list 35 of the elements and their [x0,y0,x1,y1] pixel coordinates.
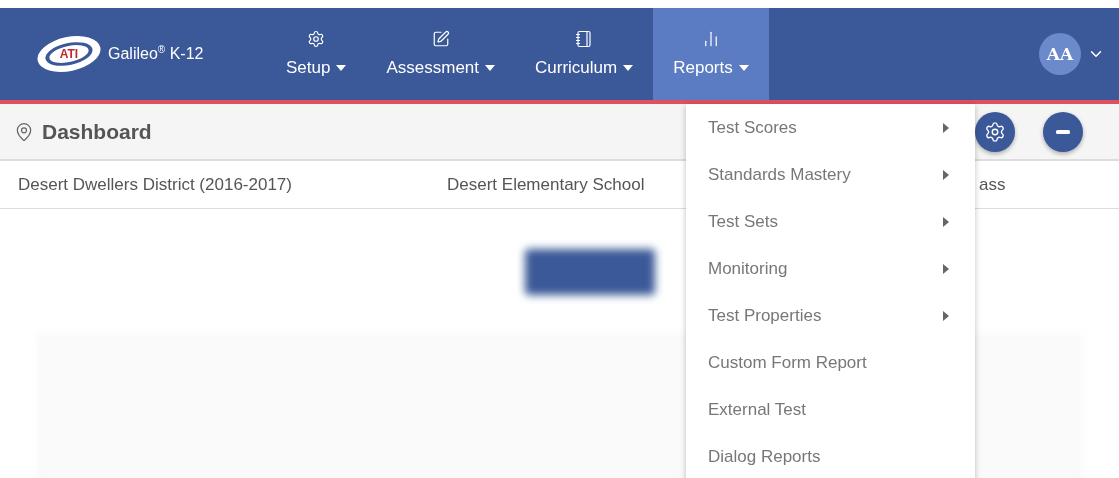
notebook-icon [575,30,594,48]
pencil-icon [431,30,450,48]
nav-menu-item[interactable]: Setup [266,8,367,100]
breadcrumb-item[interactable]: Desert Dwellers District (2016-2017) [18,174,447,195]
page-title: Dashboard [42,119,152,144]
minus-icon [1056,129,1070,134]
submenu-arrow-icon [943,122,949,133]
settings-icon [984,120,1006,143]
menu-item[interactable]: Test Sets [686,198,975,245]
nav-menu-item[interactable]: Curriculum [515,8,654,100]
nav-menu-item[interactable]: Reports [653,8,769,100]
collapse-button[interactable] [1043,111,1083,152]
brand-name: Galileo$^{®}$ K-12 [108,44,204,64]
caret-icon [336,65,347,71]
menu-item[interactable]: Test Properties [686,292,975,339]
location-pin-icon [14,121,34,142]
bar-chart-icon [702,30,720,48]
submenu-arrow-icon [943,263,949,274]
caret-icon [485,65,496,71]
settings-button[interactable] [975,111,1015,152]
menu-item[interactable]: Test Scores [686,104,975,151]
menu-item[interactable]: Custom Form Report [686,339,975,386]
menu-item[interactable]: External Test [686,386,975,433]
user-avatar[interactable]: AA [1039,33,1081,75]
caret-icon [623,65,634,71]
submenu-arrow-icon [943,169,949,180]
submenu-arrow-icon [943,216,949,227]
breadcrumb-item[interactable]: ass [979,174,1079,195]
submenu-arrow-icon [943,310,949,321]
menu-item[interactable]: Dialog Reports [686,433,975,478]
nav-menu-item[interactable]: Assessment [366,8,516,100]
gear-icon [307,30,326,48]
caret-icon [738,65,749,71]
menu-item[interactable]: Standards Mastery [686,151,975,198]
menu-item[interactable]: Monitoring [686,245,975,292]
